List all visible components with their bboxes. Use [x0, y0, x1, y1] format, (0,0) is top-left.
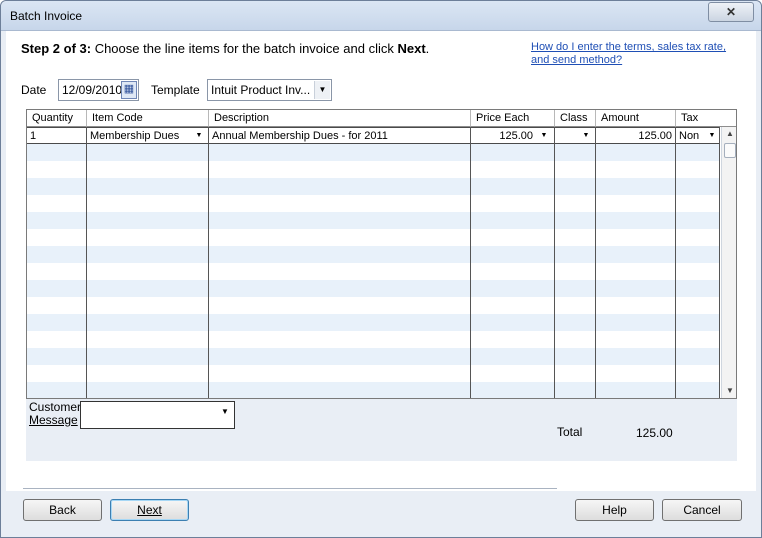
- cell-quantity[interactable]: 1: [27, 128, 87, 145]
- table-row[interactable]: [27, 331, 719, 348]
- cell-class[interactable]: [555, 128, 579, 145]
- column-header-class[interactable]: Class: [555, 110, 596, 127]
- back-button-label: Back: [49, 503, 76, 517]
- template-value: Intuit Product Inv...: [211, 83, 311, 97]
- column-divider: [86, 127, 87, 398]
- next-button[interactable]: Next: [110, 499, 189, 521]
- title-bar: Batch Invoice ✕: [1, 1, 761, 31]
- scroll-up-icon[interactable]: ▲: [722, 127, 736, 141]
- customer-message-label: Customer Message: [29, 401, 81, 427]
- table-row[interactable]: [27, 382, 719, 398]
- chevron-down-icon[interactable]: ▼: [314, 81, 330, 99]
- line-items-grid: Quantity Item Code Description Price Eac…: [26, 109, 737, 399]
- column-divider: [554, 127, 555, 398]
- help-link[interactable]: How do I enter the terms, sales tax rate…: [531, 41, 731, 67]
- batch-invoice-window: Batch Invoice ✕ Step 2 of 3: Choose the …: [0, 0, 762, 538]
- table-row[interactable]: [27, 195, 719, 212]
- step-heading: Step 2 of 3: Choose the line items for t…: [21, 41, 429, 56]
- table-row[interactable]: [27, 280, 719, 297]
- chevron-down-icon[interactable]: ▼: [705, 130, 719, 142]
- help-button-label: Help: [602, 503, 627, 517]
- date-label: Date: [21, 83, 47, 97]
- cell-tax[interactable]: Non: [676, 128, 706, 145]
- table-row[interactable]: [27, 365, 719, 382]
- table-row[interactable]: [27, 314, 719, 331]
- cell-description[interactable]: Annual Membership Dues - for 2011: [209, 128, 471, 145]
- step-label: Step 2 of 3:: [21, 41, 92, 56]
- column-header-tax[interactable]: Tax: [676, 110, 736, 127]
- column-divider: [719, 127, 720, 398]
- column-header-quantity[interactable]: Quantity: [27, 110, 87, 127]
- total-value: 125.00: [636, 426, 673, 440]
- customer-message-label-line1: Customer: [29, 400, 82, 414]
- close-button[interactable]: ✕: [708, 2, 754, 22]
- chevron-down-icon[interactable]: ▼: [192, 130, 206, 142]
- date-field[interactable]: 12/09/2010 ▦: [58, 79, 139, 101]
- cell-price-each[interactable]: 125.00: [471, 128, 537, 145]
- table-row[interactable]: [27, 263, 719, 280]
- customer-message-label-line2: Message: [29, 413, 78, 427]
- content-area: Step 2 of 3: Choose the line items for t…: [6, 31, 756, 491]
- cancel-button-label: Cancel: [683, 503, 721, 517]
- column-header-amount[interactable]: Amount: [596, 110, 676, 127]
- table-row[interactable]: [27, 246, 719, 263]
- table-row-selected[interactable]: 1 Membership Dues ▼ Annual Membership Du…: [27, 127, 719, 144]
- divider: [23, 488, 557, 490]
- customer-message-field[interactable]: ▼: [80, 401, 235, 429]
- window-title: Batch Invoice: [10, 9, 83, 23]
- cancel-button[interactable]: Cancel: [662, 499, 742, 521]
- chevron-down-icon[interactable]: ▼: [579, 130, 593, 142]
- table-row[interactable]: [27, 229, 719, 246]
- chevron-down-icon[interactable]: ▼: [217, 403, 233, 421]
- help-button[interactable]: Help: [575, 499, 654, 521]
- table-row[interactable]: [27, 161, 719, 178]
- cell-item-code[interactable]: Membership Dues: [87, 128, 209, 145]
- table-row[interactable]: [27, 212, 719, 229]
- template-select[interactable]: Intuit Product Inv... ▼: [207, 79, 332, 101]
- date-value: 12/09/2010: [62, 83, 123, 97]
- total-label: Total: [557, 425, 583, 439]
- column-divider: [470, 127, 471, 398]
- cell-amount[interactable]: 125.00: [596, 128, 676, 145]
- table-row[interactable]: [27, 297, 719, 314]
- chevron-down-icon[interactable]: ▼: [537, 130, 551, 142]
- scroll-thumb[interactable]: [724, 143, 736, 158]
- scroll-down-icon[interactable]: ▼: [722, 384, 736, 398]
- column-divider: [595, 127, 596, 398]
- table-row[interactable]: [27, 144, 719, 161]
- vertical-scrollbar[interactable]: ▲ ▼: [721, 127, 736, 398]
- column-header-item-code[interactable]: Item Code: [87, 110, 209, 127]
- step-next-word: Next: [397, 41, 426, 56]
- column-divider: [208, 127, 209, 398]
- table-row[interactable]: [27, 178, 719, 195]
- column-divider: [675, 127, 676, 398]
- step-instruction: Choose the line items for the batch invo…: [91, 41, 398, 56]
- column-header-price-each[interactable]: Price Each: [471, 110, 555, 127]
- step-period: .: [425, 41, 430, 56]
- close-icon: ✕: [725, 5, 737, 19]
- template-label: Template: [151, 83, 200, 97]
- next-button-label: Next: [137, 503, 162, 517]
- back-button[interactable]: Back: [23, 499, 102, 521]
- table-row[interactable]: [27, 348, 719, 365]
- calendar-icon[interactable]: ▦: [121, 81, 137, 99]
- column-header-description[interactable]: Description: [209, 110, 471, 127]
